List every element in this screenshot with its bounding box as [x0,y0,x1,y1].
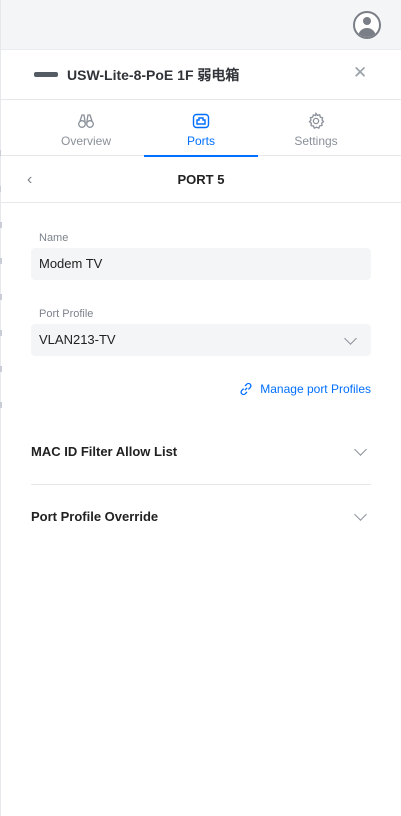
port-profile-label: Port Profile [39,308,94,320]
chevron-down-icon [354,508,367,521]
mac-filter-section[interactable]: MAC ID Filter Allow List [31,443,371,508]
port-profile-value: VLAN213-TV [39,332,116,347]
port-profile-override-title: Port Profile Override [31,509,159,524]
device-name: USW-Lite-8-PoE 1F 弱电箱 [67,67,240,83]
section-divider [31,484,371,485]
switch-device-icon [34,72,58,77]
port-title: PORT 5 [177,172,225,187]
device-header: USW-Lite-8-PoE 1F 弱电箱 ✕ [1,50,401,100]
name-label: Name [39,232,69,244]
tab-overview[interactable]: Overview [29,100,143,156]
binoculars-icon [78,114,94,128]
name-value: Modem TV [39,256,103,271]
tab-ports[interactable]: Ports [144,100,258,157]
chevron-down-icon [354,443,367,456]
manage-port-profiles-label: Manage port Profiles [260,382,371,396]
port-profile-override-section[interactable]: Port Profile Override [31,508,371,573]
name-field[interactable]: Modem TV [31,248,371,280]
manage-port-profiles-link[interactable]: Manage port Profiles [240,382,371,396]
chevron-down-icon [344,332,357,345]
tab-overview-label: Overview [60,134,111,148]
tab-settings-label: Settings [294,134,338,148]
port-subheader: ‹ PORT 5 [1,157,401,203]
mac-filter-title: MAC ID Filter Allow List [31,444,178,459]
link-icon [240,382,252,396]
port-profile-select[interactable]: VLAN213-TV [31,324,371,356]
port-icon [192,113,210,129]
tab-ports-label: Ports [186,134,215,148]
device-tabs: Overview Ports Settings [1,100,401,157]
close-icon[interactable]: ✕ [353,64,367,81]
tab-settings[interactable]: Settings [259,100,373,156]
top-bar [1,0,401,50]
user-avatar-icon[interactable] [353,11,381,39]
gear-icon [308,112,325,130]
